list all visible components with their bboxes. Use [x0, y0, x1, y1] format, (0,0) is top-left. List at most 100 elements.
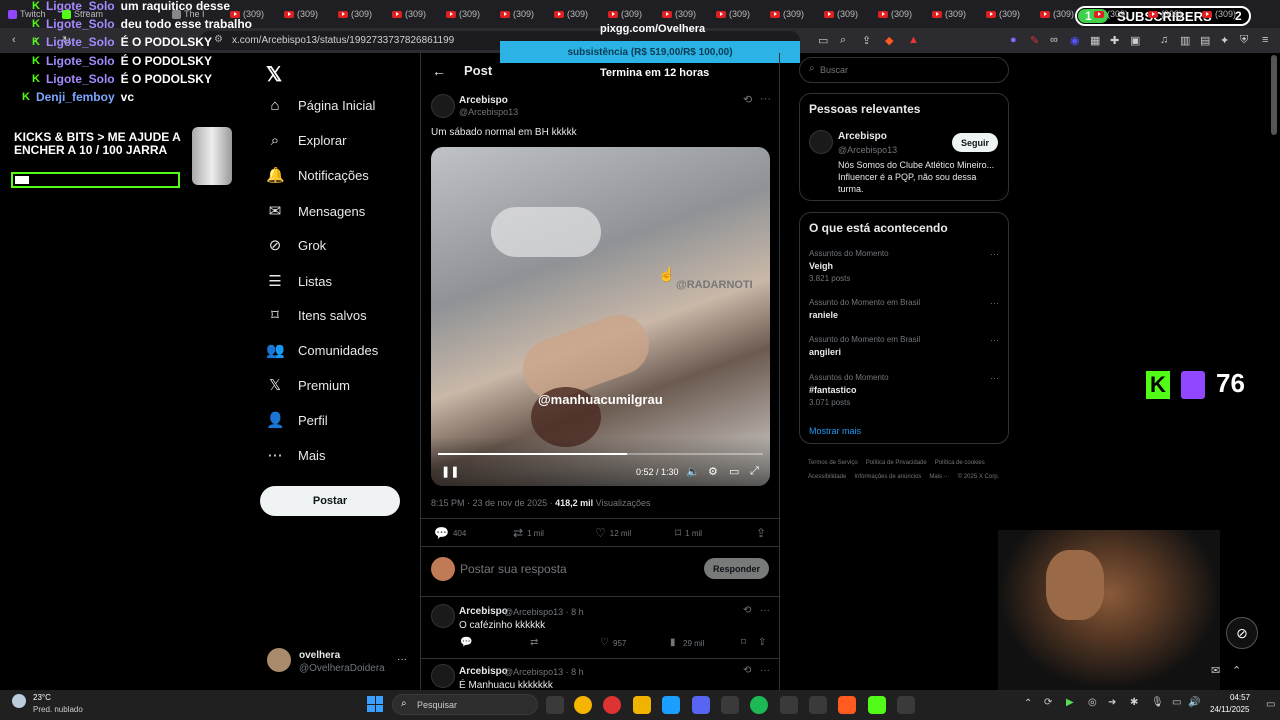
trend-item[interactable]: Assuntos do Momento #fantastico 3.071 post…: [809, 373, 999, 407]
app-icon[interactable]: [780, 696, 798, 714]
extension-icon[interactable]: ∞: [1050, 34, 1058, 46]
grok-icon[interactable]: ⟲: [743, 605, 751, 616]
zoom-icon[interactable]: ⌕: [840, 34, 846, 47]
volume-icon[interactable]: 🔈: [686, 465, 700, 478]
volume-icon[interactable]: 🔊: [1188, 697, 1200, 708]
sidebar-item-perfil[interactable]: 👤 Perfil: [266, 411, 328, 429]
trend-item[interactable]: Assuntos do Momento Veigh 3.821 posts ···: [809, 249, 999, 283]
file-explorer-icon[interactable]: [633, 696, 651, 714]
tab-17[interactable]: (309): [986, 6, 1020, 22]
epic-games-icon[interactable]: [897, 696, 915, 714]
avatar[interactable]: [431, 664, 455, 688]
cast-icon[interactable]: ▭: [818, 34, 828, 47]
sidebar-item-grok[interactable]: ⊘ Grok: [266, 236, 326, 254]
vpn-icon[interactable]: ⛨: [1240, 34, 1248, 47]
tab-20[interactable]: (309): [1148, 6, 1182, 22]
chrome-icon[interactable]: [574, 696, 592, 714]
extension-icon[interactable]: ▣: [1130, 34, 1140, 47]
reply-button[interactable]: Responder: [704, 558, 769, 579]
notification-icon[interactable]: ▭: [1266, 699, 1275, 710]
discord-icon[interactable]: [692, 696, 710, 714]
trend-item[interactable]: Assunto do Momento em Brasil angileri ···: [809, 335, 999, 357]
footer-link[interactable]: Informações de anúncios: [854, 470, 921, 484]
tab-6[interactable]: (309): [392, 6, 426, 22]
extension-icon[interactable]: ▦: [1090, 34, 1100, 47]
tray-icon[interactable]: ▶: [1066, 697, 1074, 708]
scrollbar-thumb[interactable]: [1271, 55, 1277, 135]
tab-15[interactable]: (309): [878, 6, 912, 22]
microphone-icon[interactable]: 🎙: [1151, 697, 1164, 708]
sidebar-item-mensagens[interactable]: ✉ Mensagens: [266, 202, 366, 220]
sidebar-item-itens-salvos[interactable]: ⌑ Itens salvos: [266, 306, 367, 324]
share-icon[interactable]: ⇪: [862, 34, 871, 47]
more-icon[interactable]: ···: [990, 249, 999, 259]
post-button[interactable]: Postar: [260, 486, 400, 516]
tab-12[interactable]: (309): [716, 6, 750, 22]
sidebar-icon[interactable]: ▥: [1180, 34, 1190, 47]
sidebar-item-premium[interactable]: 𝕏 Premium: [266, 376, 350, 394]
extension-icon[interactable]: ◉: [1070, 34, 1080, 47]
reply-icon[interactable]: 💬: [460, 637, 472, 648]
messages-icon[interactable]: ✉: [1211, 664, 1220, 677]
tab-4[interactable]: (309): [284, 6, 318, 22]
extension-puzzle-icon[interactable]: ✚: [1110, 34, 1119, 47]
pause-icon[interactable]: ❚❚: [441, 465, 459, 478]
avatar[interactable]: [267, 648, 291, 672]
tray-icon[interactable]: ◎: [1088, 697, 1097, 708]
footer-link[interactable]: Mais ···: [929, 470, 949, 484]
task-view-icon[interactable]: [546, 696, 564, 714]
bookmark-action[interactable]: ⌑ 1 mil: [675, 526, 702, 540]
post-author[interactable]: Arcebispo: [459, 95, 508, 106]
tray-icon[interactable]: ⟳: [1044, 697, 1052, 708]
avatar[interactable]: [431, 604, 455, 628]
tab-10[interactable]: (309): [608, 6, 642, 22]
avatar[interactable]: [431, 94, 455, 118]
taskbar-search[interactable]: ⌕ Pesquisar: [392, 694, 538, 715]
reply-author[interactable]: Arcebispo: [459, 666, 508, 677]
repost-icon[interactable]: ⇄: [530, 637, 538, 648]
network-icon[interactable]: ▭: [1172, 697, 1181, 708]
repost-action[interactable]: ⇄ 1 mil: [513, 526, 544, 540]
tab-13[interactable]: (309): [770, 6, 804, 22]
sidebar-item-comunidades[interactable]: 👥 Comunidades: [266, 341, 378, 359]
footer-link[interactable]: Termos de Serviço: [808, 456, 858, 470]
tab-11[interactable]: (309): [662, 6, 696, 22]
tab-7[interactable]: (309): [446, 6, 480, 22]
brave-rewards-icon[interactable]: ▲: [908, 34, 919, 46]
more-icon[interactable]: ···: [990, 335, 999, 345]
tab-5[interactable]: (309): [338, 6, 372, 22]
back-icon[interactable]: ‹: [12, 34, 16, 46]
steam-icon[interactable]: [662, 696, 680, 714]
video-scrubber[interactable]: [438, 453, 763, 455]
tray-icon[interactable]: ➜: [1108, 697, 1116, 708]
more-icon[interactable]: ···: [760, 665, 770, 676]
tab-8[interactable]: (309): [500, 6, 534, 22]
grok-icon[interactable]: ⟲: [743, 665, 751, 676]
menu-icon[interactable]: ≡: [1262, 34, 1268, 46]
x-logo-icon[interactable]: 𝕏: [266, 62, 282, 87]
pip-icon[interactable]: ▭: [729, 465, 739, 478]
weather-temp[interactable]: 23°C: [33, 693, 51, 702]
views-icon[interactable]: ▮: [670, 637, 676, 648]
tab-14[interactable]: (309): [824, 6, 858, 22]
kick-app-icon[interactable]: [868, 696, 886, 714]
spotify-icon[interactable]: [750, 696, 768, 714]
share-icon[interactable]: ⇪: [758, 637, 766, 648]
trend-item[interactable]: Assunto do Momento em Brasil raniele ···: [809, 298, 999, 320]
clock-time[interactable]: 04:57: [1230, 693, 1250, 702]
show-more-link[interactable]: Mostrar mais: [809, 426, 861, 436]
ai-icon[interactable]: ✦: [1220, 34, 1229, 47]
more-icon[interactable]: ···: [990, 298, 999, 308]
site-info-icon[interactable]: ⚙: [214, 34, 223, 45]
sidebar-item-página-inicial[interactable]: ⌂ Página Inicial: [266, 97, 375, 114]
opera-icon[interactable]: [603, 696, 621, 714]
footer-link[interactable]: Política de cookies: [935, 456, 985, 470]
settings-icon[interactable]: ⚙: [708, 465, 718, 478]
search-input[interactable]: ⌕ Buscar: [799, 57, 1009, 83]
windows-start-icon[interactable]: [367, 696, 383, 712]
post-handle[interactable]: @Arcebispo13: [459, 107, 518, 117]
relevant-name[interactable]: Arcebispo: [838, 131, 887, 142]
tray-icon[interactable]: ✱: [1130, 697, 1138, 708]
more-icon[interactable]: ···: [760, 93, 771, 105]
sidebar-item-notificações[interactable]: 🔔 Notificações: [266, 166, 369, 184]
